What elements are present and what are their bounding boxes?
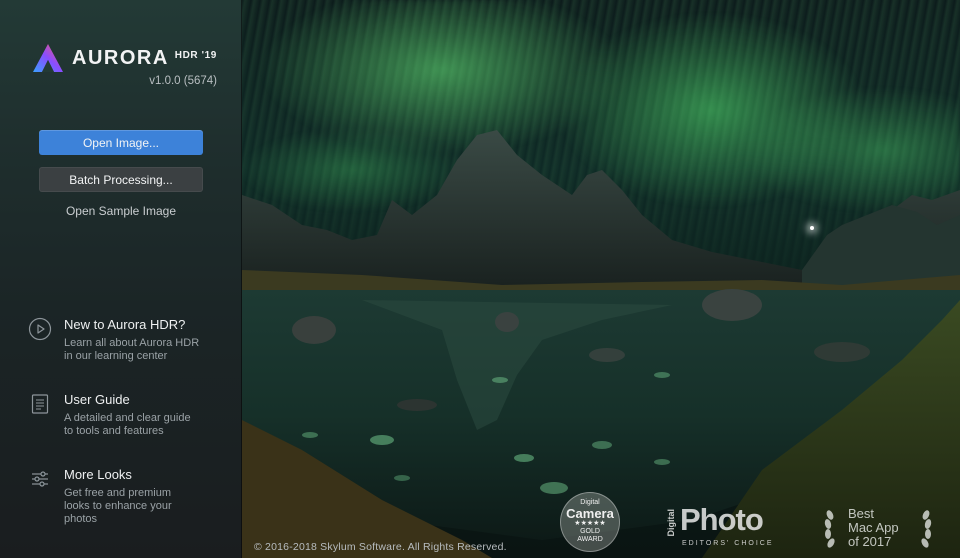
resource-desc-line: A detailed and clear guide <box>64 412 191 424</box>
resource-description: Get free and premium looks to enhance yo… <box>64 487 172 526</box>
star-glow <box>810 226 814 230</box>
resource-desc-line: looks to enhance your <box>64 500 172 512</box>
mac-award-line1: Best <box>848 506 875 521</box>
copyright-notice: © 2016-2018 Skylum Software. All Rights … <box>254 541 507 553</box>
hero-background-image <box>242 0 960 558</box>
play-circle-icon <box>28 317 52 341</box>
camera-award-line4: AWARD <box>577 536 603 543</box>
brand-lockup: AURORA HDR '19 <box>32 42 217 74</box>
photo-award-main: Photo <box>680 502 764 537</box>
welcome-sidebar: AURORA HDR '19 v1.0.0 (5674) Open Image.… <box>0 0 242 558</box>
resource-title: User Guide <box>64 392 130 407</box>
award-digital-photo: Digital Photo EDITORS' CHOICE <box>666 503 778 551</box>
mac-award-line3: of 2017 <box>848 534 892 549</box>
camera-award-line2: Camera <box>566 506 614 521</box>
sliders-icon <box>32 471 48 487</box>
award-digital-camera: Digital Camera ★★★★★ GOLD AWARD <box>560 492 620 552</box>
mac-award-line2: Mac App <box>848 520 899 535</box>
open-image-button[interactable]: Open Image... <box>39 130 203 155</box>
resource-desc-line: photos <box>64 513 98 525</box>
resource-description: Learn all about Aurora HDR in our learni… <box>64 337 199 363</box>
resource-desc-line: in our learning center <box>64 350 168 362</box>
resource-title: More Looks <box>64 467 132 482</box>
photo-award-sub: EDITORS' CHOICE <box>682 540 774 547</box>
brand-edition: HDR '19 <box>174 49 217 61</box>
resource-desc-line: to tools and features <box>64 425 164 437</box>
resource-desc-line: Learn all about Aurora HDR <box>64 337 200 349</box>
brand-name: AURORA <box>72 46 169 69</box>
resource-title: New to Aurora HDR? <box>64 317 186 332</box>
aurora-logo-icon <box>33 44 63 72</box>
laurel-left-icon <box>824 510 835 548</box>
mountain-landscape <box>242 130 960 558</box>
version-label: v1.0.0 (5674) <box>149 75 217 87</box>
resource-more-looks[interactable]: More Looks Get free and premium looks to… <box>28 467 228 526</box>
resource-description: A detailed and clear guide to tools and … <box>64 412 191 438</box>
resource-learning-center[interactable]: New to Aurora HDR? Learn all about Auror… <box>28 317 228 363</box>
resource-user-guide[interactable]: User Guide A detailed and clear guide to… <box>28 392 228 438</box>
camera-award-line3: GOLD <box>580 528 600 535</box>
camera-award-stars: ★★★★★ <box>574 520 606 527</box>
resource-desc-line: Get free and premium <box>64 487 171 499</box>
batch-processing-button[interactable]: Batch Processing... <box>39 167 203 192</box>
open-sample-image-link[interactable]: Open Sample Image <box>39 204 203 218</box>
award-best-mac-app: Best Mac App of 2017 <box>822 507 942 553</box>
laurel-right-icon <box>921 510 932 548</box>
photo-award-prefix: Digital <box>666 509 676 537</box>
document-icon <box>31 394 49 414</box>
